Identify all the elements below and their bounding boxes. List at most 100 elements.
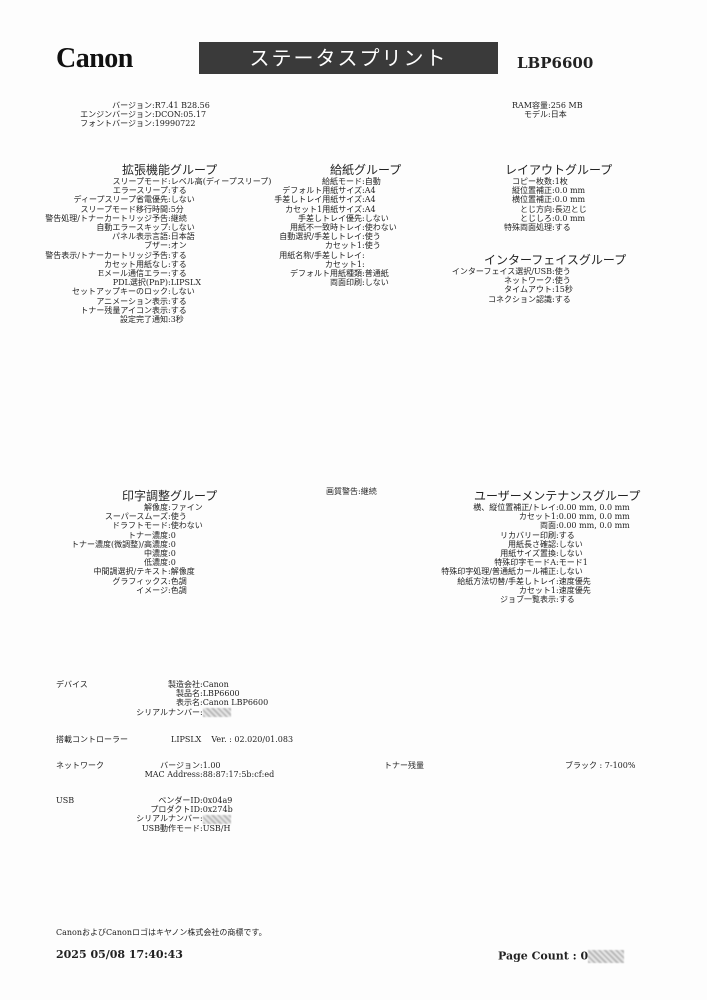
group-rows: インターフェイス選択/USB: 使う ネットワーク: 使う タイムアウト:15秒 コネクシ… <box>440 267 626 304</box>
setting-value: する <box>558 530 575 540</box>
setting-value: 色調 <box>170 585 187 595</box>
info-value: 19990722 <box>154 119 196 129</box>
setting-row: カセット1:0.00 mm, 0.0 mm <box>422 512 640 521</box>
usb-key: プロダクトID <box>150 805 200 815</box>
setting-value: する <box>170 259 187 269</box>
device-row: 表示名: Canon LBP6600 <box>110 698 268 707</box>
info-key: バージョン <box>112 101 152 110</box>
setting-key: 横位置補正 <box>512 195 552 205</box>
setting-key: スリープモード移行時間 <box>80 204 168 214</box>
setting-key: 給紙方法切替/手差しトレイ <box>457 576 556 586</box>
setting-row: とじ方向: 長辺とじ <box>440 205 612 214</box>
info-row: エンジンバージョン: DCON:05.17 <box>52 110 210 119</box>
setting-key: 給紙モード <box>322 177 362 186</box>
setting-value: する <box>554 223 571 233</box>
setting-row: カセット1: 速度優先 <box>422 586 640 595</box>
setting-key: 用紙サイズ置換 <box>500 549 556 559</box>
setting-value: しない <box>170 195 195 205</box>
setting-row: カセット1用紙サイズ: A4 <box>252 205 401 214</box>
setting-key: スーパースムーズ <box>104 512 168 522</box>
network-info: バージョン:1.00 MAC Address:88:87:17:5b:cf:ed <box>110 761 275 779</box>
setting-row: 警告表示/トナーカートリッジ予告: する <box>30 251 271 260</box>
usb-row: ベンダーID:0x04a9 <box>110 796 233 805</box>
setting-value: する <box>170 250 187 260</box>
setting-value: 長辺とじ <box>554 204 587 214</box>
setting-key: とじ方向 <box>520 204 552 214</box>
setting-row: トナー残量アイコン表示: する <box>30 306 271 315</box>
setting-key: タイムアウト <box>504 285 552 295</box>
group-title: 印字調整グループ <box>122 489 218 503</box>
controller-version: 02.020/01.083 <box>234 735 294 744</box>
setting-separator: : <box>362 250 365 260</box>
device-value: Canon LBP6600 <box>202 698 269 708</box>
usb-value: 0x04a9 <box>202 796 233 805</box>
controller-label: 搭載コントローラー <box>56 735 128 744</box>
setting-value: 0.0 mm <box>554 195 586 205</box>
group-layout: レイアウトグループ コピー枚数:1枚 縦位置補正:0.0 mm 横位置補正:0.0 … <box>440 163 612 232</box>
setting-row: 設定完了通知:3秒 <box>30 315 271 324</box>
controller-key: Ver. <box>211 735 227 744</box>
setting-key: Eメール通信エラー <box>98 269 168 279</box>
info-row: RAM容量:256 MB <box>494 101 583 110</box>
setting-row: コネクション認識: する <box>440 295 626 304</box>
setting-value: 速度優先 <box>558 585 591 595</box>
network-label: ネットワーク <box>56 761 104 770</box>
group-rows: 解像度: ファイン スーパースムーズ: 使う ドラフトモード: 使わない トナー濃度:0 トナ… <box>36 503 217 595</box>
setting-value: 日本語 <box>170 232 195 242</box>
device-key: 表示名 <box>176 698 200 708</box>
setting-value: 0.0 mm <box>554 213 586 223</box>
device-row: 製造会社: Canon <box>110 680 268 689</box>
setting-value: 0.00 mm, 0.0 mm <box>558 512 630 522</box>
setting-value: しない <box>364 278 389 288</box>
setting-row: ブザー: オン <box>30 241 271 250</box>
page-count-prefix: 0 <box>580 949 589 963</box>
setting-row: コピー枚数:1枚 <box>440 177 612 186</box>
info-row: フォントバージョン:19990722 <box>52 119 210 128</box>
setting-value: A4 <box>364 204 376 214</box>
setting-value: する <box>170 296 187 306</box>
setting-value: LIPSLX <box>170 278 202 288</box>
setting-row: 特殊両面処理: する <box>440 223 612 232</box>
setting-row: 手差しトレイ優先: しない <box>252 214 401 223</box>
setting-key: カセット1 <box>518 585 556 595</box>
setting-row: 中濃度:0 <box>36 549 217 558</box>
version-info: バージョン: R7.41 B28.56 エンジンバージョン: DCON:05.17 … <box>52 101 210 129</box>
setting-key: 手差しトレイ用紙サイズ <box>274 195 362 205</box>
group-print: 印字調整グループ 解像度: ファイン スーパースムーズ: 使う ドラフトモード: 使わない… <box>36 489 217 595</box>
setting-key: ブザー <box>144 241 168 251</box>
usb-row: シリアルナンバー: <box>110 814 233 824</box>
setting-value: 速度優先 <box>558 576 591 586</box>
device-value: Canon <box>202 680 229 689</box>
setting-row: トナー濃度(微調整)/高濃度:0 <box>36 540 217 549</box>
quality-warning-value: 継続 <box>360 487 377 496</box>
setting-value: 普通紙 <box>364 269 389 279</box>
setting-row: 両面印刷: しない <box>252 278 401 287</box>
setting-key: PDL選択(PnP) <box>112 278 168 288</box>
setting-key: カセット1 <box>518 512 556 522</box>
quality-warning-key: 画質警告 <box>326 487 358 496</box>
setting-value: 0.0 mm <box>554 186 586 196</box>
setting-row: Eメール通信エラー: する <box>30 269 271 278</box>
setting-key: コネクション認識 <box>488 294 552 304</box>
setting-key: ジョブ一覧表示 <box>500 595 556 605</box>
setting-key: ドラフトモード <box>112 521 168 531</box>
setting-row: セットアップキーのロック: しない <box>30 287 271 296</box>
setting-value: 0 <box>170 530 176 540</box>
setting-row: 横位置補正:0.0 mm <box>440 195 612 204</box>
setting-key: 特殊両面処理 <box>504 223 552 233</box>
info-row: バージョン: R7.41 B28.56 <box>52 101 210 110</box>
toner-info: ブラック : 7-100% <box>565 761 636 770</box>
setting-value: 0 <box>170 539 176 549</box>
redacted-serial <box>202 708 231 718</box>
usb-value: USB/H <box>202 823 231 833</box>
usb-label: USB <box>56 796 75 805</box>
setting-value: ファイン <box>170 503 203 512</box>
group-title: 給紙グループ <box>330 163 402 177</box>
device-label: デバイス <box>56 680 88 689</box>
setting-key: カセット1 <box>324 241 362 251</box>
setting-value: 0.00 mm, 0.0 mm <box>558 503 630 512</box>
network-row: バージョン:1.00 <box>110 761 274 770</box>
setting-value: しない <box>170 287 195 297</box>
info-key: RAM容量 <box>512 101 548 110</box>
network-value: 1.00 <box>202 761 221 770</box>
